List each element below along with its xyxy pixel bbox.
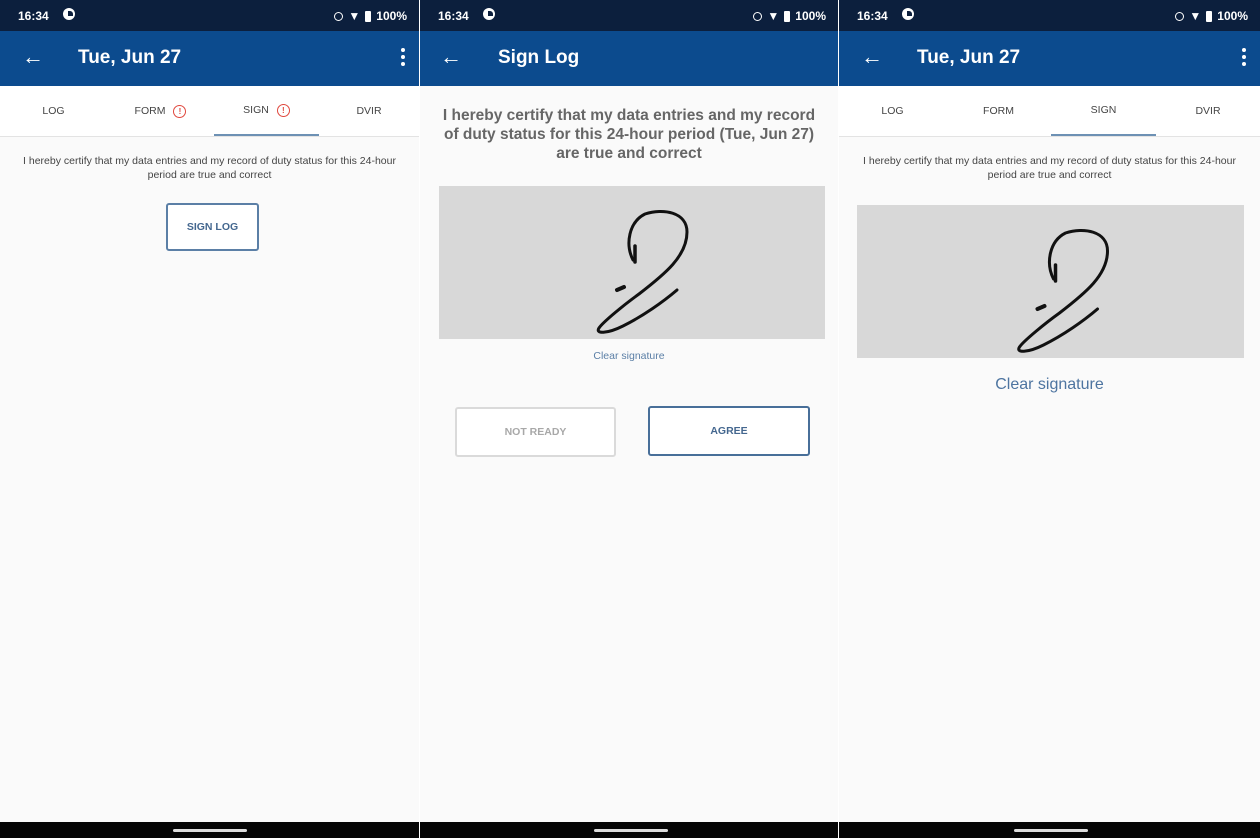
wifi-icon: ▼ — [767, 9, 780, 23]
signature-image — [857, 205, 1244, 358]
app-bar: ← Tue, Jun 27 — [0, 31, 419, 86]
alert-icon: ! — [276, 103, 290, 117]
data-saver-icon — [753, 11, 763, 21]
home-gesture-handle[interactable] — [594, 829, 668, 832]
status-time: 16:34 — [438, 9, 469, 23]
signature-pad[interactable] — [439, 186, 825, 339]
battery-percent: 100% — [376, 9, 407, 23]
back-arrow-icon[interactable]: ← — [861, 46, 883, 68]
overflow-menu-icon[interactable] — [1242, 48, 1246, 66]
status-time: 16:34 — [857, 9, 888, 23]
status-bar: 16:34 ▼ 100% — [420, 0, 838, 31]
page-title: Tue, Jun 27 — [917, 47, 1021, 68]
sign-log-screen: 16:34 ▼ 100% ← Sign Log I hereby certify… — [420, 0, 838, 838]
app-notification-icon — [902, 8, 914, 20]
overflow-menu-icon[interactable] — [401, 48, 405, 66]
data-saver-icon — [334, 11, 344, 21]
page-title: Tue, Jun 27 — [78, 47, 182, 68]
wifi-icon: ▼ — [1189, 9, 1202, 23]
status-bar: 16:34 ▼ 100% — [0, 0, 419, 31]
system-nav-bar — [0, 822, 419, 838]
panel-divider — [838, 0, 839, 838]
tab-sign-label: SIGN — [1090, 104, 1117, 116]
tab-form[interactable]: FORM — [946, 86, 1051, 136]
tab-form[interactable]: FORM ! — [107, 86, 214, 136]
clear-signature-link[interactable]: Clear signature — [420, 350, 838, 362]
page-title: Sign Log — [498, 47, 580, 68]
home-gesture-handle[interactable] — [173, 829, 247, 832]
wifi-icon: ▼ — [348, 9, 361, 23]
tab-form-label: FORM — [983, 105, 1014, 117]
app-notification-icon — [483, 8, 495, 20]
signature-drawing — [596, 209, 689, 334]
battery-percent: 100% — [795, 9, 826, 23]
app-bar: ← Tue, Jun 27 — [839, 31, 1260, 86]
battery-icon — [1206, 10, 1213, 22]
back-arrow-icon[interactable]: ← — [440, 46, 462, 68]
signature-drawing — [1017, 228, 1110, 353]
tab-sign[interactable]: SIGN ! — [214, 86, 319, 136]
app-notification-icon — [63, 8, 75, 20]
certification-text: I hereby certify that my data entries an… — [23, 155, 396, 181]
tab-dvir[interactable]: DVIR — [1156, 86, 1260, 136]
status-bar: 16:34 ▼ 100% — [839, 0, 1260, 31]
panel-divider — [419, 0, 420, 838]
tab-sign[interactable]: SIGN — [1051, 86, 1156, 136]
certification-text: I hereby certify that my data entries an… — [442, 107, 816, 162]
tab-log[interactable]: LOG — [839, 86, 946, 136]
tab-dvir-label: DVIR — [356, 105, 382, 117]
home-gesture-handle[interactable] — [1014, 829, 1088, 832]
tab-bar: LOG FORM SIGN DVIR — [839, 86, 1260, 137]
tab-dvir[interactable]: DVIR — [319, 86, 419, 136]
certification-text: I hereby certify that my data entries an… — [863, 155, 1236, 181]
battery-icon — [784, 10, 791, 22]
clear-signature-link[interactable]: Clear signature — [839, 376, 1260, 394]
alert-icon: ! — [173, 104, 187, 118]
tab-dvir-label: DVIR — [1195, 105, 1221, 117]
system-nav-bar — [420, 822, 838, 838]
system-nav-bar — [839, 822, 1260, 838]
battery-icon — [365, 10, 372, 22]
status-time: 16:34 — [18, 9, 49, 23]
battery-percent: 100% — [1217, 9, 1248, 23]
sign-log-button[interactable]: SIGN LOG — [166, 203, 259, 251]
app-bar: ← Sign Log — [420, 31, 838, 86]
tab-bar: LOG FORM ! SIGN ! DVIR — [0, 86, 419, 137]
tab-log-label: LOG — [42, 105, 65, 117]
back-arrow-icon[interactable]: ← — [22, 46, 44, 68]
tab-log[interactable]: LOG — [0, 86, 107, 136]
not-ready-button[interactable]: NOT READY — [455, 407, 616, 457]
daily-log-sign-tab-screen: 16:34 ▼ 100% ← Tue, Jun 27 LOG FORM ! SI… — [0, 0, 419, 838]
tab-form-label: FORM — [134, 105, 166, 117]
daily-log-signed-screen: 16:34 ▼ 100% ← Tue, Jun 27 LOG FORM SIGN… — [839, 0, 1260, 838]
tab-sign-label: SIGN — [243, 104, 269, 116]
data-saver-icon — [1175, 11, 1185, 21]
tab-log-label: LOG — [881, 105, 904, 117]
agree-button[interactable]: AGREE — [648, 406, 810, 456]
